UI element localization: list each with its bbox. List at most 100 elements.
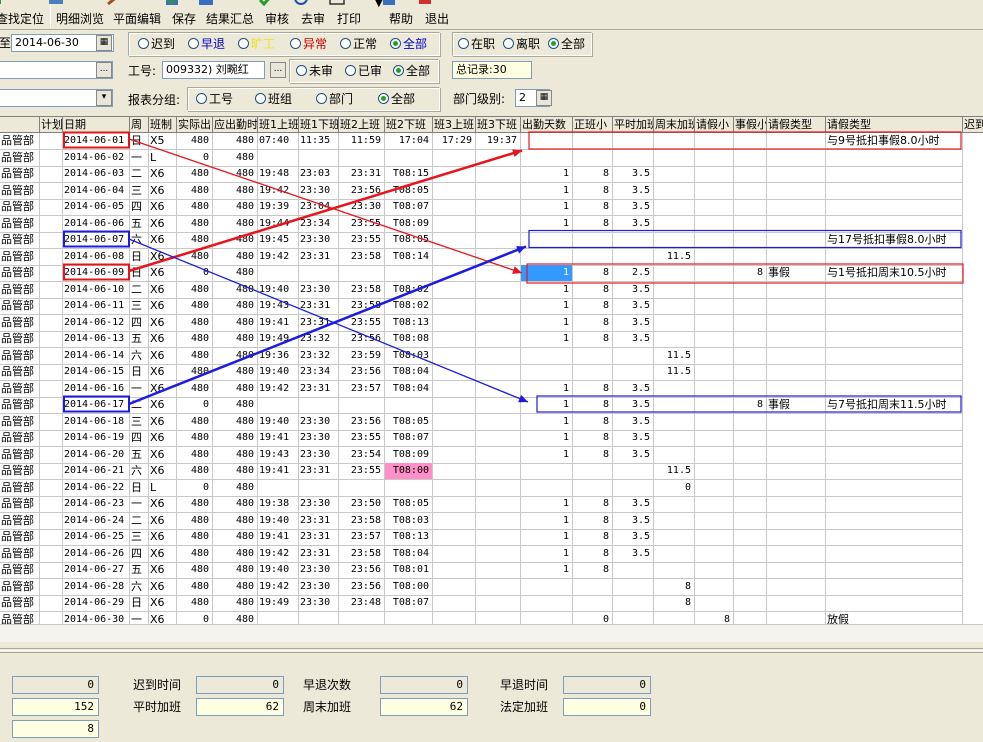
table-cell[interactable]	[734, 578, 767, 596]
table-cell[interactable]	[654, 215, 695, 233]
table-cell[interactable]: X6	[149, 595, 177, 612]
table-cell[interactable]: 1	[521, 512, 573, 530]
table-cell[interactable]: T08:05	[385, 413, 433, 431]
table-cell[interactable]: T08:13	[385, 529, 433, 546]
table-cell[interactable]: 品管部	[0, 298, 40, 315]
table-cell[interactable]	[433, 281, 476, 299]
status-all-radio[interactable]: 全部	[390, 37, 427, 51]
table-cell[interactable]	[613, 611, 654, 624]
table-cell[interactable]: 四	[130, 545, 149, 563]
table-cell[interactable]: 19:41	[258, 430, 299, 447]
table-cell[interactable]: 19:40	[258, 512, 299, 530]
table-cell[interactable]	[695, 248, 734, 266]
table-cell[interactable]: 2014-06-06	[63, 215, 130, 233]
table-cell[interactable]: T08:02	[385, 281, 433, 299]
table-cell[interactable]: T08:14	[385, 248, 433, 266]
table-cell[interactable]: 23:30	[299, 413, 339, 431]
table-cell[interactable]: 日	[130, 133, 149, 150]
table-cell[interactable]: 23:31	[299, 512, 339, 530]
table-cell[interactable]: 23:31	[299, 248, 339, 266]
table-cell[interactable]	[476, 512, 521, 530]
table-cell[interactable]: 五	[130, 562, 149, 579]
table-cell[interactable]: 2014-06-24	[63, 512, 130, 530]
table-cell[interactable]: 23:31	[299, 529, 339, 546]
table-cell[interactable]: 23:34	[299, 364, 339, 381]
table-cell[interactable]	[613, 232, 654, 249]
table-cell[interactable]: T08:07	[385, 199, 433, 216]
table-cell[interactable]: 480	[213, 298, 258, 315]
table-cell[interactable]: 480	[213, 265, 258, 282]
table-cell[interactable]: 480	[213, 314, 258, 332]
table-cell[interactable]: 1	[521, 446, 573, 464]
table-cell[interactable]: 三	[130, 298, 149, 315]
table-cell[interactable]: T08:09	[385, 446, 433, 464]
table-cell[interactable]	[695, 298, 734, 315]
table-cell[interactable]: 19:42	[258, 578, 299, 596]
table-cell[interactable]	[40, 166, 63, 183]
table-cell[interactable]: 480	[213, 380, 258, 398]
table-cell[interactable]	[734, 314, 767, 332]
column-header[interactable]: 班1下班	[299, 117, 339, 133]
table-cell[interactable]	[433, 331, 476, 348]
table-cell[interactable]	[734, 232, 767, 249]
table-cell[interactable]	[339, 479, 385, 497]
table-cell[interactable]: 23:55	[339, 232, 385, 249]
table-cell[interactable]: L	[149, 149, 177, 167]
table-cell[interactable]: 19:42	[258, 182, 299, 200]
table-cell[interactable]: 一	[130, 149, 149, 167]
table-cell[interactable]	[573, 347, 613, 365]
lookup-ellipsis-button[interactable]: ...	[96, 62, 112, 78]
table-cell[interactable]	[339, 397, 385, 414]
table-cell[interactable]	[476, 331, 521, 348]
table-cell[interactable]	[734, 133, 767, 150]
table-cell[interactable]	[433, 199, 476, 216]
table-cell[interactable]: 2014-06-26	[63, 545, 130, 563]
table-cell[interactable]	[734, 562, 767, 579]
table-cell[interactable]: 3.5	[613, 281, 654, 299]
table-cell[interactable]: 23:55	[339, 463, 385, 480]
table-cell[interactable]: 五	[130, 446, 149, 464]
resigned-radio[interactable]: 离职	[503, 37, 540, 51]
table-cell[interactable]: 23:56	[339, 182, 385, 200]
table-cell[interactable]	[734, 380, 767, 398]
table-cell[interactable]: 8	[573, 545, 613, 563]
table-cell[interactable]	[433, 430, 476, 447]
table-row[interactable]: 品管部 2014-06-09 日 X6 0 480 1 8 2.5 8 事假 与1号抵扣周末10.5小…	[0, 265, 983, 282]
table-cell[interactable]	[654, 430, 695, 447]
table-cell[interactable]	[695, 512, 734, 530]
table-cell[interactable]	[826, 298, 963, 315]
table-cell[interactable]: X6	[149, 199, 177, 216]
table-cell[interactable]: 8	[573, 281, 613, 299]
table-cell[interactable]	[734, 595, 767, 612]
table-cell[interactable]	[433, 496, 476, 513]
table-cell[interactable]: 480	[177, 281, 213, 299]
column-header[interactable]: 班2下班	[385, 117, 433, 133]
table-cell[interactable]: 品管部	[0, 314, 40, 332]
table-cell[interactable]	[258, 149, 299, 167]
table-cell[interactable]: 品管部	[0, 215, 40, 233]
table-cell[interactable]	[476, 463, 521, 480]
table-cell[interactable]: 480	[213, 133, 258, 150]
table-cell[interactable]: 品管部	[0, 248, 40, 266]
table-cell[interactable]	[826, 364, 963, 381]
table-cell[interactable]	[299, 265, 339, 282]
table-cell[interactable]: X5	[149, 133, 177, 150]
table-cell[interactable]	[734, 215, 767, 233]
table-cell[interactable]	[613, 364, 654, 381]
table-cell[interactable]	[767, 529, 826, 546]
table-cell[interactable]: 品管部	[0, 149, 40, 167]
table-cell[interactable]	[695, 199, 734, 216]
table-cell[interactable]: 19:42	[258, 380, 299, 398]
table-row[interactable]: 品管部 2014-06-13 五 X6 480 480 19:49 23:32 23:56 T08…	[0, 331, 983, 348]
table-cell[interactable]	[654, 331, 695, 348]
table-cell[interactable]	[654, 298, 695, 315]
table-cell[interactable]	[654, 149, 695, 167]
table-cell[interactable]: 二	[130, 166, 149, 183]
table-cell[interactable]: 23:56	[339, 331, 385, 348]
table-cell[interactable]: 480	[177, 298, 213, 315]
table-cell[interactable]	[695, 347, 734, 365]
table-cell[interactable]: 11.5	[654, 463, 695, 480]
table-cell[interactable]: 2014-06-03	[63, 166, 130, 183]
table-cell[interactable]: 0	[177, 397, 213, 414]
table-cell[interactable]	[734, 248, 767, 266]
